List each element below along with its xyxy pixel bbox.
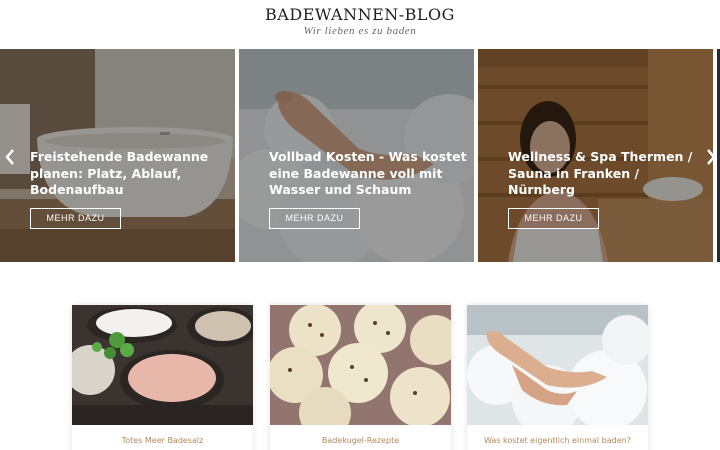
article-card-bath-bomb-recipes[interactable]: Badekugel-Rezepte <box>270 305 451 450</box>
slide-wellness-spa[interactable]: Wellness & Spa Thermen / Sauna in Franke… <box>478 49 713 262</box>
slide-title[interactable]: Vollbad Kosten - Was kostet eine Badewan… <box>269 149 469 199</box>
card-image-bath-bombs <box>270 305 451 425</box>
more-button[interactable]: MEHR DAZU <box>508 208 599 229</box>
more-button[interactable]: MEHR DAZU <box>269 208 360 229</box>
more-button[interactable]: MEHR DAZU <box>30 208 121 229</box>
article-card-bath-cost[interactable]: Was kostet eigentlich einmal baden? <box>467 305 648 450</box>
site-title[interactable]: BADEWANNEN-BLOG <box>0 5 720 24</box>
article-card-dead-sea-salt[interactable]: Totes Meer Badesalz <box>72 305 253 450</box>
chevron-left-icon[interactable] <box>3 147 17 167</box>
slide-freestanding-bathtub[interactable]: Freistehende Badewanne planen: Platz, Ab… <box>0 49 235 262</box>
card-title[interactable]: Badekugel-Rezepte <box>270 436 451 445</box>
featured-slider: Freistehende Badewanne planen: Platz, Ab… <box>0 49 720 262</box>
site-header: BADEWANNEN-BLOG Wir lieben es zu baden <box>0 0 720 48</box>
article-cards: Totes Meer Badesalz Badekugel-Rezepte Wa… <box>0 262 720 450</box>
card-image-bath-salt <box>72 305 253 425</box>
card-title[interactable]: Was kostet eigentlich einmal baden? <box>467 436 648 445</box>
slide-title[interactable]: Wellness & Spa Thermen / Sauna in Franke… <box>508 149 708 199</box>
card-title[interactable]: Totes Meer Badesalz <box>72 436 253 445</box>
site-tagline: Wir lieben es zu baden <box>303 25 417 37</box>
slide-title[interactable]: Freistehende Badewanne planen: Platz, Ab… <box>30 149 230 199</box>
chevron-right-icon[interactable] <box>704 147 718 167</box>
card-image-bubble-bath <box>467 305 648 425</box>
slide-bath-costs[interactable]: Vollbad Kosten - Was kostet eine Badewan… <box>239 49 474 262</box>
